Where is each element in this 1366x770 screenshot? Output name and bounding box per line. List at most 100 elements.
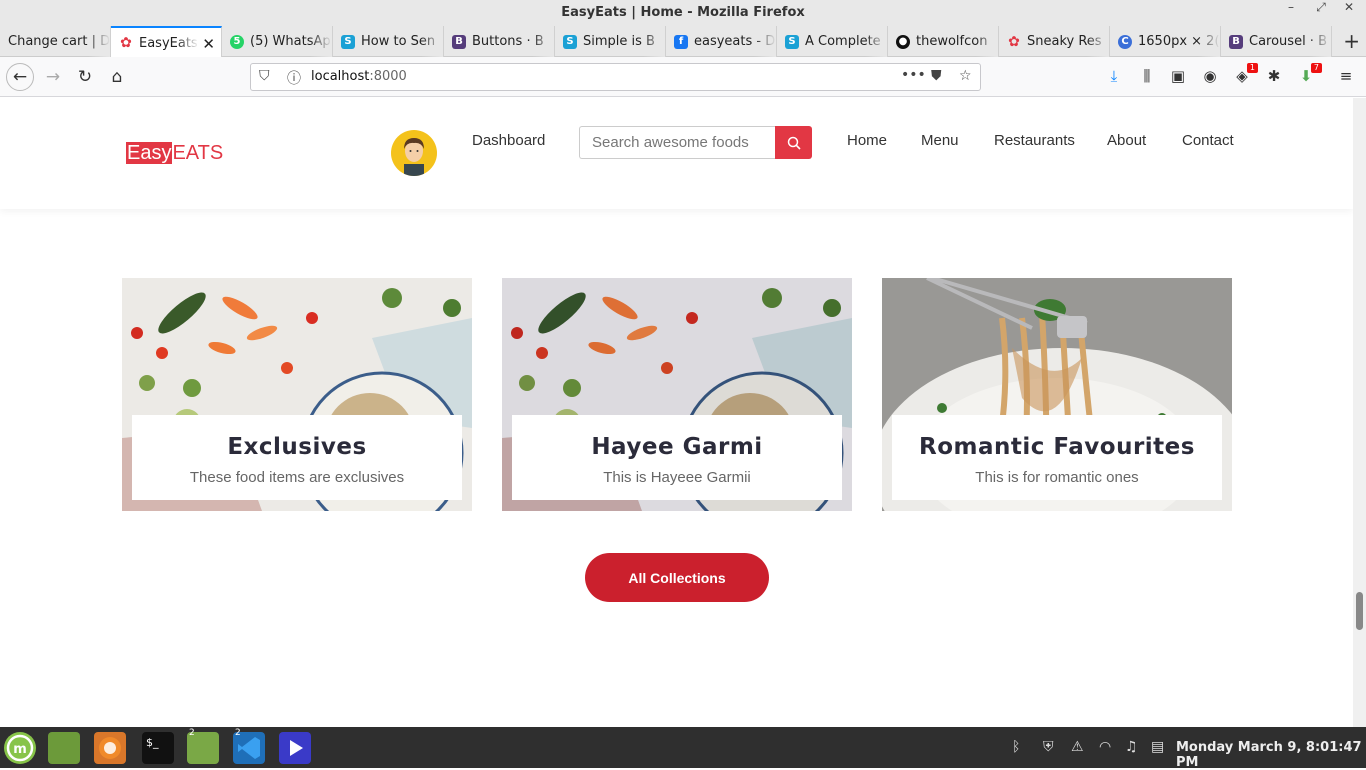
- url-port: :8000: [369, 69, 407, 84]
- card-title: Romantic Favourites: [919, 434, 1195, 460]
- downloads-icon[interactable]: ⤓: [1104, 67, 1124, 87]
- close-window-icon[interactable]: ✕: [1339, 0, 1359, 26]
- account-icon[interactable]: ◉: [1200, 67, 1220, 87]
- all-collections-button[interactable]: All Collections: [585, 553, 769, 602]
- tab-github[interactable]: ● thewolfcon: [888, 26, 999, 57]
- taskbar: m $_ 2 2 ᛒ ⛨ ⚠ ◠ ♫ ▤ Monday March 9, 8:0…: [0, 727, 1366, 770]
- bootstrap-favicon-icon: B: [452, 34, 466, 49]
- page-actions-icon[interactable]: •••: [901, 67, 926, 83]
- collection-card-romantic-favourites[interactable]: Romantic Favourites This is for romantic…: [882, 278, 1232, 511]
- extension-badge: 7: [1310, 63, 1322, 73]
- maximize-icon[interactable]: ⤢: [1311, 0, 1331, 26]
- wifi-icon[interactable]: ◠: [1099, 739, 1111, 755]
- whatsapp-favicon-icon: 5: [230, 34, 244, 49]
- facebook-favicon-icon: f: [674, 34, 688, 49]
- terminal-icon[interactable]: $_: [142, 732, 174, 764]
- media-player-icon[interactable]: [279, 732, 311, 764]
- search-input[interactable]: Search awesome foods: [579, 126, 775, 159]
- bootstrap-favicon-icon: B: [1229, 34, 1243, 49]
- tab-change-cart[interactable]: Change cart | D: [0, 26, 111, 57]
- s-favicon-icon: S: [785, 34, 799, 49]
- collection-card-exclusives[interactable]: Exclusives These food items are exclusiv…: [122, 278, 472, 511]
- nav-toolbar: ← → ↻ ⌂ ⛉ ⓘ localhost:8000 ••• ⛊ ☆ ⤓ ⫼ ▣…: [0, 57, 1366, 97]
- shield-update-icon[interactable]: ⛨: [1043, 739, 1054, 755]
- tab-easyeats-facebook[interactable]: f easyeats - D: [666, 26, 777, 57]
- notification-badge: 1: [1246, 63, 1258, 73]
- shield-icon[interactable]: ⛉: [259, 68, 270, 84]
- card-info: Romantic Favourites This is for romantic…: [892, 415, 1222, 500]
- extension-icon[interactable]: ◈ 1: [1232, 63, 1258, 87]
- download-manager-icon[interactable]: ⬇ 7: [1296, 63, 1322, 87]
- tab-buttons[interactable]: B Buttons · B: [444, 26, 555, 57]
- site-logo[interactable]: EasyEATS: [126, 142, 223, 165]
- s-favicon-icon: S: [563, 34, 577, 49]
- home-icon[interactable]: ⌂: [103, 63, 131, 91]
- firefox-icon[interactable]: [94, 732, 126, 764]
- reload-icon[interactable]: ↻: [71, 63, 99, 91]
- show-desktop-icon[interactable]: [48, 732, 80, 764]
- bluetooth-icon[interactable]: ᛒ: [1012, 739, 1020, 755]
- files-badge: 2: [189, 728, 195, 738]
- url-bar[interactable]: ⛉ ⓘ localhost:8000 ••• ⛊ ☆: [250, 63, 981, 91]
- music-icon[interactable]: ♫: [1125, 739, 1138, 755]
- tab-sneaky-res[interactable]: ✿ Sneaky Res: [999, 26, 1110, 57]
- nav-menu[interactable]: Menu: [921, 132, 959, 149]
- forward-icon[interactable]: →: [39, 63, 67, 91]
- tab-whatsapp[interactable]: 5 (5) WhatsAp: [222, 26, 333, 57]
- pocket-icon[interactable]: ⛊: [931, 68, 942, 84]
- tab-image[interactable]: C 1650px × 2(: [1110, 26, 1221, 57]
- search-button[interactable]: [775, 126, 812, 159]
- search-icon: [787, 136, 801, 150]
- info-icon[interactable]: ⓘ: [287, 68, 301, 88]
- url-text[interactable]: localhost:8000: [311, 69, 407, 84]
- scrollbar-thumb[interactable]: [1356, 592, 1363, 630]
- window-title: EasyEats | Home - Mozilla Firefox: [0, 0, 1366, 26]
- nav-about[interactable]: About: [1107, 132, 1146, 149]
- extension-icon[interactable]: ✱: [1264, 67, 1284, 87]
- github-favicon-icon: ●: [896, 34, 910, 49]
- nav-home[interactable]: Home: [847, 132, 887, 149]
- search-placeholder: Search awesome foods: [592, 134, 749, 151]
- url-host: localhost: [311, 69, 370, 84]
- nav-contact[interactable]: Contact: [1182, 132, 1234, 149]
- svg-text:m: m: [13, 742, 27, 757]
- tab-simple-is-b[interactable]: S Simple is B: [555, 26, 666, 57]
- logo-eats: EATS: [172, 142, 224, 164]
- vscode-icon[interactable]: 2: [233, 728, 265, 764]
- card-subtitle: This is for romantic ones: [975, 469, 1139, 486]
- nav-restaurants[interactable]: Restaurants: [994, 132, 1075, 149]
- battery-icon[interactable]: ▤: [1151, 739, 1164, 755]
- bookmark-star-icon[interactable]: ☆: [959, 68, 972, 84]
- site-header: EasyEATS Dashboard Search awesome foods …: [0, 98, 1353, 209]
- sidebar-icon[interactable]: ▣: [1168, 67, 1188, 87]
- back-icon[interactable]: ←: [6, 63, 34, 91]
- mint-menu-icon[interactable]: m: [4, 732, 36, 764]
- tab-easyeats[interactable]: ✿ EasyEats ✕: [111, 26, 222, 58]
- tab-a-complete[interactable]: S A Complete: [777, 26, 888, 57]
- tab-carousel[interactable]: B Carousel · B: [1221, 26, 1332, 57]
- page-content: EasyEATS Dashboard Search awesome foods …: [0, 98, 1366, 727]
- tab-strip: Change cart | D ✿ EasyEats ✕ 5 (5) Whats…: [0, 26, 1366, 58]
- card-title: Hayee Garmi: [591, 434, 763, 460]
- avatar[interactable]: [391, 130, 437, 176]
- new-tab-icon[interactable]: +: [1343, 29, 1360, 53]
- files-icon[interactable]: 2: [187, 728, 219, 764]
- menu-icon[interactable]: ≡: [1336, 67, 1356, 87]
- logo-easy: Easy: [126, 142, 173, 164]
- scrollbar[interactable]: [1353, 98, 1366, 727]
- collection-card-hayee-garmi[interactable]: Hayee Garmi This is Hayeee Garmii: [502, 278, 852, 511]
- easyeats-favicon-icon: ✿: [120, 35, 132, 51]
- warning-icon[interactable]: ⚠: [1071, 739, 1084, 755]
- card-subtitle: This is Hayeee Garmii: [603, 469, 751, 486]
- minimize-icon[interactable]: –: [1281, 0, 1301, 26]
- card-subtitle: These food items are exclusives: [189, 469, 405, 486]
- dashboard-link[interactable]: Dashboard: [472, 132, 545, 149]
- easyeats-favicon-icon: ✿: [1008, 33, 1020, 50]
- library-icon[interactable]: ⫼: [1137, 67, 1157, 87]
- close-tab-icon[interactable]: ✕: [202, 35, 215, 53]
- card-info: Hayee Garmi This is Hayeee Garmii: [512, 415, 842, 500]
- c-favicon-icon: C: [1118, 34, 1132, 49]
- clock[interactable]: Monday March 9, 8:01:47 PM: [1176, 740, 1366, 770]
- tab-how-to-send[interactable]: S How to Sen: [333, 26, 444, 57]
- card-title: Exclusives: [227, 434, 367, 460]
